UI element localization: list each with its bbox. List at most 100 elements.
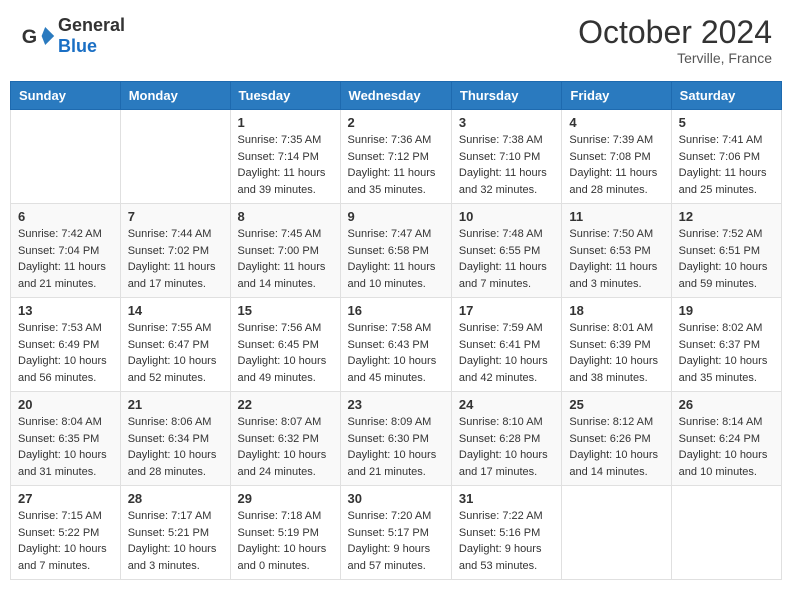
day-info: Sunrise: 7:58 AM Sunset: 6:43 PM Dayligh… <box>348 320 444 386</box>
day-cell: 25 Sunrise: 8:12 AM Sunset: 6:26 PM Dayli… <box>562 392 671 486</box>
day-number: 11 <box>569 209 663 224</box>
day-info: Sunrise: 7:59 AM Sunset: 6:41 PM Dayligh… <box>459 320 554 386</box>
day-number: 18 <box>569 303 663 318</box>
day-info: Sunrise: 7:20 AM Sunset: 5:17 PM Dayligh… <box>348 508 444 574</box>
col-header-friday: Friday <box>562 82 671 110</box>
day-info: Sunrise: 7:52 AM Sunset: 6:51 PM Dayligh… <box>679 226 774 292</box>
calendar: SundayMondayTuesdayWednesdayThursdayFrid… <box>10 81 782 580</box>
day-cell: 18 Sunrise: 8:01 AM Sunset: 6:39 PM Dayli… <box>562 298 671 392</box>
day-number: 30 <box>348 491 444 506</box>
day-number: 25 <box>569 397 663 412</box>
day-cell: 10 Sunrise: 7:48 AM Sunset: 6:55 PM Dayli… <box>451 204 561 298</box>
week-row-3: 13Sunrise: 7:53 AM Sunset: 6:49 PM Dayli… <box>11 298 782 392</box>
day-number: 28 <box>128 491 223 506</box>
col-header-wednesday: Wednesday <box>340 82 451 110</box>
day-info: Sunrise: 8:01 AM Sunset: 6:39 PM Dayligh… <box>569 320 663 386</box>
day-cell <box>120 110 230 204</box>
day-info: Sunrise: 7:41 AM Sunset: 7:06 PM Dayligh… <box>679 132 774 198</box>
day-cell: 15Sunrise: 7:56 AM Sunset: 6:45 PM Dayli… <box>230 298 340 392</box>
logo-general: General <box>58 15 125 35</box>
day-info: Sunrise: 8:10 AM Sunset: 6:28 PM Dayligh… <box>459 414 554 480</box>
day-number: 23 <box>348 397 444 412</box>
day-info: Sunrise: 7:17 AM Sunset: 5:21 PM Dayligh… <box>128 508 223 574</box>
day-number: 10 <box>459 209 554 224</box>
day-number: 27 <box>18 491 113 506</box>
month-title: October 2024 <box>578 15 772 50</box>
day-number: 4 <box>569 115 663 130</box>
day-number: 2 <box>348 115 444 130</box>
col-header-tuesday: Tuesday <box>230 82 340 110</box>
day-cell: 30 Sunrise: 7:20 AM Sunset: 5:17 PM Dayli… <box>340 486 451 580</box>
day-info: Sunrise: 8:02 AM Sunset: 6:37 PM Dayligh… <box>679 320 774 386</box>
day-info: Sunrise: 7:22 AM Sunset: 5:16 PM Dayligh… <box>459 508 554 574</box>
day-info: Sunrise: 7:18 AM Sunset: 5:19 PM Dayligh… <box>238 508 333 574</box>
day-cell: 11 Sunrise: 7:50 AM Sunset: 6:53 PM Dayli… <box>562 204 671 298</box>
location: Terville, France <box>578 50 772 66</box>
header: G General Blue October 2024 Terville, Fr… <box>10 10 782 71</box>
day-number: 6 <box>18 209 113 224</box>
day-info: Sunrise: 7:56 AM Sunset: 6:45 PM Dayligh… <box>238 320 333 386</box>
day-cell: 21 Sunrise: 8:06 AM Sunset: 6:34 PM Dayli… <box>120 392 230 486</box>
day-info: Sunrise: 7:39 AM Sunset: 7:08 PM Dayligh… <box>569 132 663 198</box>
day-cell: 3 Sunrise: 7:38 AM Sunset: 7:10 PM Daylig… <box>451 110 561 204</box>
day-cell: 22 Sunrise: 8:07 AM Sunset: 6:32 PM Dayli… <box>230 392 340 486</box>
week-row-2: 6 Sunrise: 7:42 AM Sunset: 7:04 PM Daylig… <box>11 204 782 298</box>
day-cell: 27Sunrise: 7:15 AM Sunset: 5:22 PM Dayli… <box>11 486 121 580</box>
logo-icon: G <box>20 18 56 54</box>
day-number: 19 <box>679 303 774 318</box>
day-info: Sunrise: 7:55 AM Sunset: 6:47 PM Dayligh… <box>128 320 223 386</box>
day-cell: 20 Sunrise: 8:04 AM Sunset: 6:35 PM Dayli… <box>11 392 121 486</box>
day-number: 16 <box>348 303 444 318</box>
col-header-sunday: Sunday <box>11 82 121 110</box>
day-number: 20 <box>18 397 113 412</box>
day-number: 17 <box>459 303 554 318</box>
day-cell: 1Sunrise: 7:35 AM Sunset: 7:14 PM Daylig… <box>230 110 340 204</box>
day-number: 5 <box>679 115 774 130</box>
day-cell <box>671 486 781 580</box>
day-cell: 26Sunrise: 8:14 AM Sunset: 6:24 PM Dayli… <box>671 392 781 486</box>
day-cell: 13Sunrise: 7:53 AM Sunset: 6:49 PM Dayli… <box>11 298 121 392</box>
day-info: Sunrise: 7:36 AM Sunset: 7:12 PM Dayligh… <box>348 132 444 198</box>
col-header-thursday: Thursday <box>451 82 561 110</box>
day-info: Sunrise: 8:14 AM Sunset: 6:24 PM Dayligh… <box>679 414 774 480</box>
day-cell <box>562 486 671 580</box>
day-cell: 17 Sunrise: 7:59 AM Sunset: 6:41 PM Dayli… <box>451 298 561 392</box>
day-number: 21 <box>128 397 223 412</box>
day-cell: 12 Sunrise: 7:52 AM Sunset: 6:51 PM Dayli… <box>671 204 781 298</box>
day-info: Sunrise: 7:42 AM Sunset: 7:04 PM Dayligh… <box>18 226 113 292</box>
svg-text:G: G <box>22 26 37 48</box>
day-cell: 2 Sunrise: 7:36 AM Sunset: 7:12 PM Daylig… <box>340 110 451 204</box>
day-info: Sunrise: 8:07 AM Sunset: 6:32 PM Dayligh… <box>238 414 333 480</box>
day-cell: 16 Sunrise: 7:58 AM Sunset: 6:43 PM Dayli… <box>340 298 451 392</box>
day-cell: 7Sunrise: 7:44 AM Sunset: 7:02 PM Daylig… <box>120 204 230 298</box>
calendar-header-row: SundayMondayTuesdayWednesdayThursdayFrid… <box>11 82 782 110</box>
col-header-monday: Monday <box>120 82 230 110</box>
day-cell: 9Sunrise: 7:47 AM Sunset: 6:58 PM Daylig… <box>340 204 451 298</box>
logo-blue: Blue <box>58 36 97 56</box>
day-number: 24 <box>459 397 554 412</box>
day-info: Sunrise: 8:09 AM Sunset: 6:30 PM Dayligh… <box>348 414 444 480</box>
day-cell: 8Sunrise: 7:45 AM Sunset: 7:00 PM Daylig… <box>230 204 340 298</box>
day-info: Sunrise: 7:45 AM Sunset: 7:00 PM Dayligh… <box>238 226 333 292</box>
week-row-5: 27Sunrise: 7:15 AM Sunset: 5:22 PM Dayli… <box>11 486 782 580</box>
week-row-1: 1Sunrise: 7:35 AM Sunset: 7:14 PM Daylig… <box>11 110 782 204</box>
day-number: 12 <box>679 209 774 224</box>
day-info: Sunrise: 8:04 AM Sunset: 6:35 PM Dayligh… <box>18 414 113 480</box>
title-area: October 2024 Terville, France <box>578 15 772 66</box>
col-header-saturday: Saturday <box>671 82 781 110</box>
day-cell <box>11 110 121 204</box>
day-info: Sunrise: 7:53 AM Sunset: 6:49 PM Dayligh… <box>18 320 113 386</box>
day-info: Sunrise: 7:48 AM Sunset: 6:55 PM Dayligh… <box>459 226 554 292</box>
day-info: Sunrise: 8:06 AM Sunset: 6:34 PM Dayligh… <box>128 414 223 480</box>
day-info: Sunrise: 7:47 AM Sunset: 6:58 PM Dayligh… <box>348 226 444 292</box>
day-number: 22 <box>238 397 333 412</box>
day-cell: 5 Sunrise: 7:41 AM Sunset: 7:06 PM Daylig… <box>671 110 781 204</box>
day-cell: 14 Sunrise: 7:55 AM Sunset: 6:47 PM Dayli… <box>120 298 230 392</box>
day-cell: 6 Sunrise: 7:42 AM Sunset: 7:04 PM Daylig… <box>11 204 121 298</box>
day-info: Sunrise: 8:12 AM Sunset: 6:26 PM Dayligh… <box>569 414 663 480</box>
day-info: Sunrise: 7:50 AM Sunset: 6:53 PM Dayligh… <box>569 226 663 292</box>
day-number: 14 <box>128 303 223 318</box>
day-cell: 4 Sunrise: 7:39 AM Sunset: 7:08 PM Daylig… <box>562 110 671 204</box>
day-number: 3 <box>459 115 554 130</box>
day-info: Sunrise: 7:38 AM Sunset: 7:10 PM Dayligh… <box>459 132 554 198</box>
